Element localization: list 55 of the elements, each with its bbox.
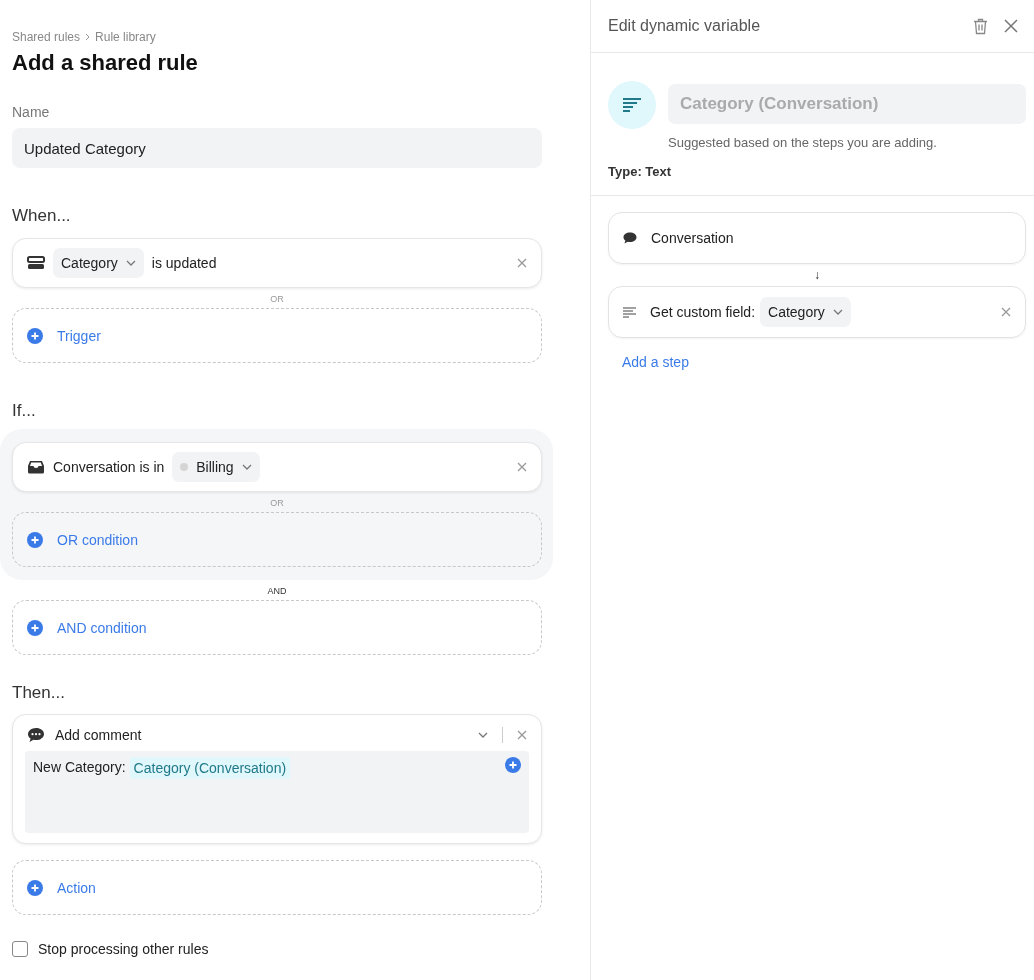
chevron-down-icon (125, 260, 136, 266)
field-label: Name (12, 104, 51, 120)
step-label: Conversation (651, 230, 734, 246)
add-step-link[interactable]: Add a step (622, 354, 689, 370)
inbox-icon (27, 460, 45, 474)
text-lines-icon (622, 97, 642, 113)
type-label: Type: Text (608, 164, 673, 179)
name-input-field[interactable]: Updated Category (12, 128, 542, 168)
add-or-condition-button[interactable]: OR condition (12, 512, 542, 567)
chevron-down-icon (832, 309, 843, 315)
checkbox-label: Stop processing other rules (38, 941, 209, 957)
breadcrumb-link[interactable]: Shared rules (12, 30, 81, 44)
plus-icon (27, 619, 43, 636)
add-action-button[interactable]: Action (12, 860, 542, 915)
add-and-condition-button[interactable]: AND condition (12, 600, 542, 655)
field-dropdown[interactable]: Category (760, 297, 851, 327)
chat-bubble-icon (27, 727, 45, 743)
and-separator: AND (266, 586, 288, 596)
close-icon[interactable] (517, 258, 527, 268)
chevron-down-icon (241, 464, 252, 470)
plus-icon (505, 757, 521, 773)
down-arrow: ↓ (814, 268, 820, 282)
plus-icon (27, 879, 43, 896)
chevron-right-icon (85, 33, 91, 41)
plus-icon (27, 531, 43, 548)
plus-icon (27, 327, 43, 344)
checkbox[interactable] (12, 941, 28, 957)
close-icon[interactable] (1004, 19, 1018, 33)
trash-icon[interactable] (973, 17, 988, 35)
server-icon (27, 256, 45, 270)
inbox-dropdown[interactable]: Billing (172, 452, 260, 482)
condition-text: Conversation is in (53, 459, 165, 475)
action-title: Add comment (55, 727, 142, 743)
close-icon[interactable] (1001, 307, 1011, 317)
hint-text: Suggested based on the steps you are adding. (668, 135, 938, 150)
variable-chip[interactable]: Category (Conversation) (129, 757, 291, 779)
section-heading: If... (12, 401, 37, 421)
chevron-down-icon (478, 732, 488, 738)
close-icon[interactable] (517, 730, 527, 740)
panel-title: Edit dynamic variable (608, 17, 761, 35)
or-separator: OR (269, 294, 285, 304)
field-dropdown[interactable]: Category (53, 248, 144, 278)
add-trigger-button[interactable]: Trigger (12, 308, 542, 363)
section-heading: When... (12, 206, 72, 226)
breadcrumb-link[interactable]: Rule library (95, 30, 156, 44)
text-lines-icon (623, 306, 636, 318)
page-title: Add a shared rule (12, 50, 199, 76)
step-label: Get custom field: (650, 304, 756, 320)
section-heading: Then... (12, 683, 66, 703)
status-dot-icon (180, 463, 189, 471)
speech-bubble-icon (623, 232, 637, 244)
comment-input-field[interactable]: New Category: Category (Conversation) (25, 751, 529, 833)
close-icon[interactable] (517, 462, 527, 472)
or-separator: OR (269, 498, 285, 508)
trigger-text: is updated (151, 255, 217, 271)
